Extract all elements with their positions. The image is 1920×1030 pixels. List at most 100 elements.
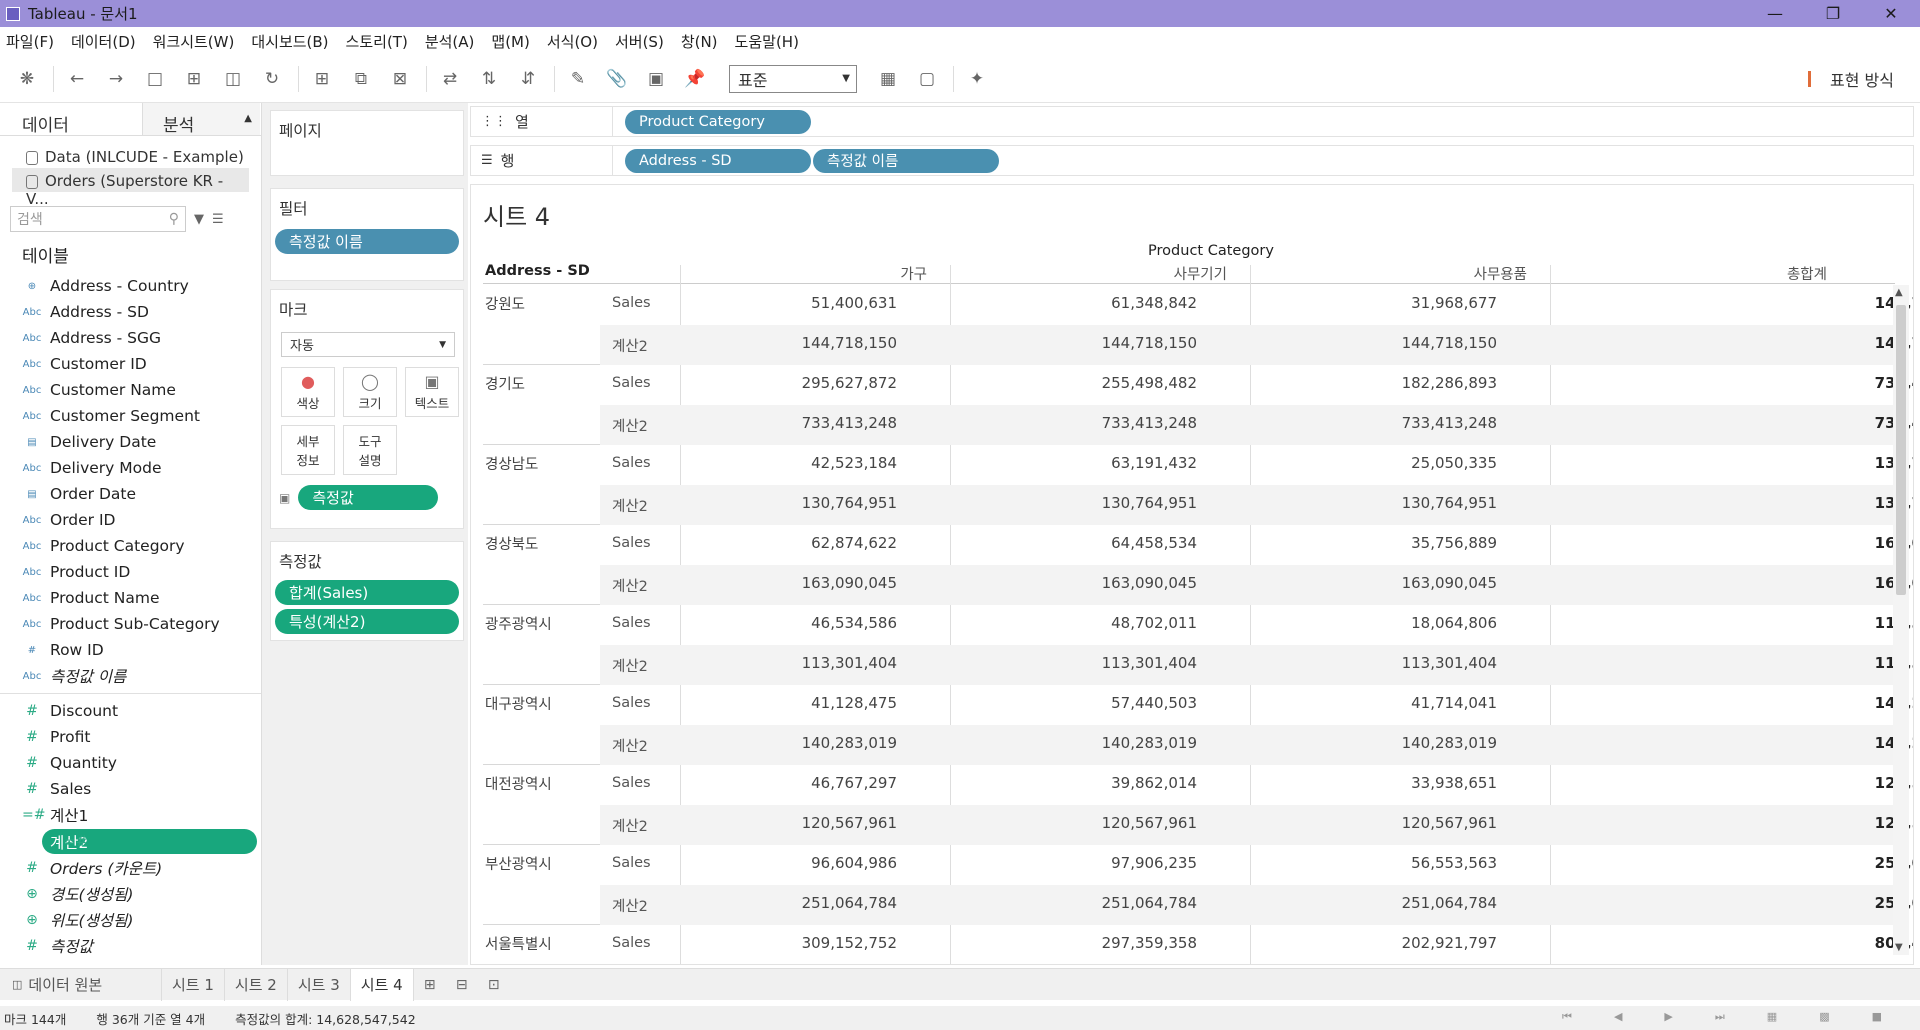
measure-name-label[interactable]: 계산2 <box>612 895 648 916</box>
filters-card[interactable]: 필터 측정값 이름 <box>270 188 464 281</box>
measure-field[interactable]: # Orders (카운트) <box>0 855 261 881</box>
region-label[interactable]: 경상남도 <box>485 453 538 474</box>
dimension-field[interactable]: # Row ID <box>0 637 261 663</box>
measure-name-label[interactable]: Sales <box>612 695 651 711</box>
measure-field[interactable]: # Profit <box>0 724 261 750</box>
dimension-field[interactable]: ▤ Order Date <box>0 481 261 507</box>
table-cell[interactable]: 120,567,961 <box>747 814 897 832</box>
table-cell[interactable]: 113,301,404 <box>1347 654 1497 672</box>
minimize-icon[interactable]: — <box>1746 0 1804 27</box>
table-cell[interactable]: 163,090,045 <box>1347 574 1497 592</box>
measure-name-label[interactable]: 계산2 <box>612 575 648 596</box>
dimension-field[interactable]: Abc Product Sub-Category <box>0 611 261 637</box>
menu-worksheet[interactable]: 워크시트(W) <box>153 31 235 52</box>
table-cell[interactable]: 33,938,651 <box>1347 774 1497 792</box>
rows-shelf[interactable]: ☰ 행 Address - SD 측정값 이름 <box>470 145 1914 176</box>
filter-pill[interactable]: 측정값 이름 <box>275 229 459 254</box>
show-cards-icon[interactable]: ▦ <box>875 66 901 92</box>
filmstrip-icon[interactable]: ▩ <box>1819 1010 1829 1024</box>
label-button[interactable]: ▣ 텍스트 <box>405 367 459 417</box>
clear-sheet-icon[interactable]: ⊠ <box>387 66 413 92</box>
table-cell[interactable]: 163,090,045 <box>747 574 897 592</box>
table-cell[interactable]: 57,440,503 <box>1047 694 1197 712</box>
table-cell[interactable]: 163,090,045 <box>1047 574 1197 592</box>
table-cell[interactable]: 18,064,806 <box>1347 614 1497 632</box>
measure-field[interactable]: # Sales <box>0 776 261 802</box>
menu-analysis[interactable]: 분석(A) <box>425 31 475 52</box>
detail-button[interactable]: 세부 정보 <box>281 425 335 475</box>
redo-icon[interactable]: → <box>103 66 129 92</box>
table-cell[interactable]: 130,764,951 <box>1047 494 1197 512</box>
region-label[interactable]: 경상북도 <box>485 533 538 554</box>
rows-pill-address-sd[interactable]: Address - SD <box>625 148 811 173</box>
measure-name-label[interactable]: 계산2 <box>612 815 648 836</box>
scroll-down-icon[interactable]: ▼ <box>1895 942 1903 953</box>
table-cell[interactable]: 144,718,150 <box>747 334 897 352</box>
table-cell[interactable]: 46,534,586 <box>747 614 897 632</box>
dimension-field[interactable]: Abc Address - SD <box>0 299 261 325</box>
region-label[interactable]: 부산광역시 <box>485 853 552 874</box>
tab-data[interactable]: 데이터 <box>0 103 142 136</box>
tabs-icon[interactable]: ■ <box>1872 1010 1882 1024</box>
dimension-field[interactable]: Abc Product Name <box>0 585 261 611</box>
save-icon[interactable]: □ <box>142 66 168 92</box>
table-cell[interactable]: 251,064,784 <box>747 894 897 912</box>
measure-name-label[interactable]: Sales <box>612 455 651 471</box>
labels-icon[interactable]: ▣ <box>643 66 669 92</box>
next-page-icon[interactable]: ▶ <box>1664 1010 1672 1024</box>
dimension-field[interactable]: Abc Product Category <box>0 533 261 559</box>
table-cell[interactable]: 63,191,432 <box>1047 454 1197 472</box>
marks-pill[interactable]: 측정값 <box>298 485 439 510</box>
measure-field[interactable]: =# 계산2 <box>42 829 257 854</box>
table-cell[interactable]: 48,702,011 <box>1047 614 1197 632</box>
menu-window[interactable]: 창(N) <box>681 31 718 52</box>
measure-name-label[interactable]: 계산2 <box>612 495 648 516</box>
duplicate-sheet-icon[interactable]: ⧉ <box>348 66 374 92</box>
dimension-field[interactable]: Abc Address - SGG <box>0 325 261 351</box>
table-cell[interactable]: 46,767,297 <box>747 774 897 792</box>
row-dimension-header[interactable]: Address - SD <box>485 263 590 279</box>
sheet-sorter-icon[interactable]: ▦ <box>1767 1010 1777 1024</box>
size-button[interactable]: ◯ 크기 <box>343 367 397 417</box>
menu-help[interactable]: 도움말(H) <box>735 31 799 52</box>
table-cell[interactable]: 309,152,752 <box>747 934 897 952</box>
tableau-home-icon[interactable]: ❋ <box>14 66 40 92</box>
restore-icon[interactable]: ❐ <box>1804 0 1862 27</box>
table-cell[interactable]: 733,413,248 <box>747 414 897 432</box>
table-cell[interactable]: 35,756,889 <box>1347 534 1497 552</box>
tab-analytics[interactable]: 분석 ▲ <box>142 103 260 136</box>
table-cell[interactable]: 39,862,014 <box>1047 774 1197 792</box>
region-label[interactable]: 강원도 <box>485 293 525 314</box>
columns-pill-product-category[interactable]: Product Category <box>625 109 811 134</box>
share-icon[interactable]: ✦ <box>964 66 990 92</box>
tooltip-button[interactable]: 도구 설명 <box>343 425 397 475</box>
measure-name-label[interactable]: Sales <box>612 775 651 791</box>
view-options-icon[interactable]: ☰ <box>212 212 224 227</box>
measure-name-label[interactable]: Sales <box>612 375 651 391</box>
column-group-header[interactable]: Product Category <box>671 243 1751 259</box>
show-me-button[interactable]: 표현 방식 <box>1808 67 1894 91</box>
close-icon[interactable]: ✕ <box>1862 0 1920 27</box>
dimension-field[interactable]: Abc Customer Segment <box>0 403 261 429</box>
region-label[interactable]: 대전광역시 <box>485 773 552 794</box>
table-cell[interactable]: 120,567,961 <box>1347 814 1497 832</box>
measure-name-label[interactable]: Sales <box>612 295 651 311</box>
table-cell[interactable]: 96,604,986 <box>747 854 897 872</box>
menu-data[interactable]: 데이터(D) <box>71 31 136 52</box>
column-header-furniture[interactable]: 가구 <box>767 263 927 284</box>
table-cell[interactable]: 51,400,631 <box>747 294 897 312</box>
first-page-icon[interactable]: ⏮ <box>1562 1010 1572 1024</box>
table-cell[interactable]: 41,128,475 <box>747 694 897 712</box>
table-cell[interactable]: 251,064,784 <box>1347 894 1497 912</box>
measure-name-label[interactable]: 계산2 <box>612 655 648 676</box>
last-page-icon[interactable]: ⏭ <box>1715 1010 1725 1024</box>
measure-field[interactable]: # Discount <box>0 698 261 724</box>
measure-field[interactable]: =# 계산1 <box>0 802 261 828</box>
table-cell[interactable]: 56,553,563 <box>1347 854 1497 872</box>
table-cell[interactable]: 41,714,041 <box>1347 694 1497 712</box>
chevron-down-icon[interactable]: ▲ <box>244 113 252 124</box>
table-cell[interactable]: 97,906,235 <box>1047 854 1197 872</box>
table-cell[interactable]: 733,413,248 <box>1047 414 1197 432</box>
measure-name-label[interactable]: 계산2 <box>612 415 648 436</box>
group-icon[interactable]: 📎 <box>604 66 630 92</box>
